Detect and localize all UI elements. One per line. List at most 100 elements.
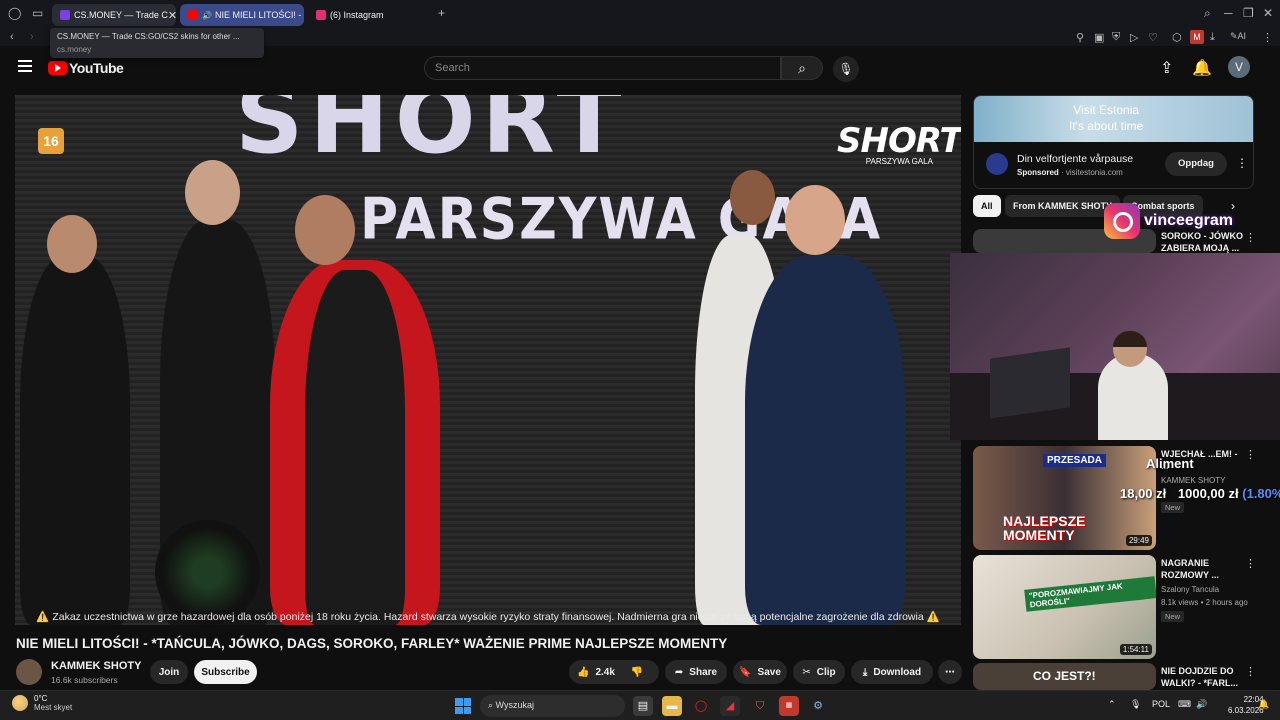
- short-brand-logo: SHORT PARSZYWA GALA: [837, 121, 961, 166]
- extensions-icon[interactable]: ⬡: [1172, 31, 1182, 44]
- recommendation-title[interactable]: NAGRANIE ROZMOWY ...: [1161, 557, 1245, 581]
- mic-tray-icon[interactable]: 🎙: [1130, 699, 1141, 710]
- person-fighter-head: [785, 185, 845, 255]
- ad-banner-image[interactable]: Visit Estonia It's about time: [974, 96, 1253, 142]
- join-label: Join: [158, 666, 180, 678]
- network-icon[interactable]: ⌨: [1178, 699, 1191, 710]
- app-icon[interactable]: ▦: [779, 696, 799, 716]
- tray-overflow-icon[interactable]: ⌃: [1108, 699, 1116, 710]
- tab-youtube[interactable]: 🔊 NIE MIELI LITOŚCI! -: [180, 4, 304, 26]
- tab-instagram[interactable]: (6) Instagram: [308, 4, 432, 26]
- backdrop-text: SHORT: [235, 95, 628, 175]
- pin-icon[interactable]: ⚲: [1076, 31, 1084, 44]
- chip-from-channel[interactable]: From KAMMEK SHOTY: [1005, 195, 1120, 217]
- chip-all[interactable]: All: [973, 195, 1001, 217]
- hamburger-menu-icon[interactable]: [18, 60, 32, 72]
- browser-menu-icon[interactable]: ⋮: [1262, 31, 1273, 44]
- recommendation-item[interactable]: CO JEST?! NIE DOJDZIE DO WALKI? - *FARL.…: [973, 663, 1263, 690]
- heart-icon[interactable]: ♡: [1148, 31, 1158, 44]
- search-input[interactable]: Search: [424, 56, 781, 80]
- taskbar-search[interactable]: ⌕ Wyszukaj: [480, 695, 625, 717]
- tab-tooltip: CS.MONEY — Trade CS:GO/CS2 skins for oth…: [50, 28, 264, 58]
- recommendation-channel[interactable]: Szalony Tancula: [1161, 585, 1219, 594]
- account-avatar[interactable]: V: [1228, 56, 1250, 78]
- close-tab-icon[interactable]: ✕: [168, 9, 176, 22]
- video-title: NIE MIELI LITOŚCI! - *TAŃCULA, JÓWKO, DA…: [16, 636, 728, 651]
- weather-widget[interactable]: 0°C Mest skyet: [12, 694, 72, 712]
- ad-title[interactable]: Din velfortjente vårpause: [1017, 153, 1133, 165]
- recommendation-thumbnail[interactable]: CO JEST?!: [973, 663, 1156, 690]
- snapshot-icon[interactable]: ▣: [1094, 31, 1104, 44]
- download-button[interactable]: ⤓ Download: [851, 660, 933, 684]
- task-view-icon[interactable]: ▤: [633, 696, 653, 716]
- thumb-text: "POROZMAWIAJMY JAK DOROŚLI": [1024, 576, 1156, 612]
- file-explorer-icon[interactable]: ▬: [662, 696, 682, 716]
- opera-icon[interactable]: ◯: [691, 696, 711, 716]
- upload-icon[interactable]: ⇪: [1160, 58, 1173, 78]
- search-button[interactable]: ⌕: [781, 56, 823, 80]
- app-icon[interactable]: ◢: [720, 696, 740, 716]
- tab-menu-icon[interactable]: ▭: [32, 6, 43, 20]
- minimize-icon[interactable]: ─: [1224, 6, 1233, 20]
- recommendation-channel[interactable]: KAMMEK SHOTY: [1161, 476, 1225, 485]
- recommendation-thumbnail[interactable]: "POROZMAWIAJMY JAK DOROŚLI" 1:54:11: [973, 555, 1156, 659]
- back-icon[interactable]: ‹: [10, 31, 14, 43]
- download-label: Download: [873, 666, 922, 678]
- dislike-icon[interactable]: 👎: [631, 667, 643, 678]
- language-indicator[interactable]: POL: [1152, 699, 1170, 709]
- gambling-disclaimer: ⚠️ Zakaz uczestnictwa w grze hazardowej …: [36, 611, 940, 623]
- share-button[interactable]: ➦ Share: [665, 660, 727, 684]
- recommendation-menu-icon[interactable]: ⋮: [1245, 665, 1256, 678]
- tab-label: NIE MIELI LITOŚCI! -: [214, 10, 302, 20]
- youtube-play-icon: [48, 61, 67, 75]
- tab-csmoney[interactable]: CS.MONEY — Trade C ✕: [52, 4, 176, 26]
- download-icon[interactable]: ⤓: [1210, 31, 1215, 44]
- channel-name[interactable]: KAMMEK SHOTY: [51, 660, 141, 672]
- sponsored-ad-card[interactable]: Visit Estonia It's about time Din velfort…: [973, 95, 1254, 189]
- youtube-logo[interactable]: YouTube: [48, 60, 124, 76]
- notifications-bell-icon[interactable]: 🔔: [1192, 58, 1212, 78]
- share-icon: ➦: [674, 666, 684, 678]
- play-icon[interactable]: ▷: [1130, 31, 1138, 44]
- shield-icon[interactable]: ⛨: [1112, 31, 1120, 44]
- voice-search-button[interactable]: 🎙: [833, 56, 859, 82]
- instagram-handle: vinceegram: [1144, 212, 1233, 229]
- subscribe-button[interactable]: Subscribe: [194, 660, 257, 684]
- steam-icon[interactable]: ⚙: [808, 696, 828, 716]
- speaker-icon[interactable]: 🔊: [202, 11, 212, 20]
- tab-label: CS.MONEY — Trade C: [74, 10, 168, 20]
- recommendation-menu-icon[interactable]: ⋮: [1245, 448, 1256, 461]
- join-button[interactable]: Join: [150, 660, 188, 684]
- scissors-icon: ✂: [802, 666, 811, 678]
- close-window-icon[interactable]: ✕: [1263, 6, 1273, 20]
- opera-logo-icon[interactable]: ◯: [8, 6, 21, 20]
- recommendation-menu-icon[interactable]: ⋮: [1245, 557, 1256, 570]
- channel-avatar[interactable]: [16, 659, 42, 685]
- ad-cta-button[interactable]: Oppdag: [1165, 152, 1227, 176]
- maximize-icon[interactable]: ❐: [1243, 6, 1254, 20]
- ai-icon[interactable]: ✎AI: [1230, 31, 1246, 42]
- clip-button[interactable]: ✂ Clip: [793, 660, 845, 684]
- video-player[interactable]: SHORT PARSZYWA GALA 16 SHORT PARSZYWA GA…: [15, 95, 961, 625]
- donation-percent: (1.80%): [1242, 486, 1280, 501]
- ad-menu-icon[interactable]: ⋮: [1236, 156, 1248, 170]
- more-actions-button[interactable]: ⋯: [938, 660, 962, 684]
- notification-icon[interactable]: 🔔: [1258, 699, 1269, 710]
- new-tab-button[interactable]: +: [438, 6, 445, 20]
- like-count[interactable]: 2.4k: [595, 667, 614, 678]
- save-button[interactable]: 🔖 Save: [733, 660, 787, 684]
- windows-start-icon[interactable]: [455, 698, 471, 714]
- thumb-text: NAJLEPSZE MOMENTY: [1003, 513, 1086, 543]
- volume-icon[interactable]: 🔊: [1196, 699, 1207, 710]
- tooltip-url: cs.money: [57, 45, 92, 54]
- recommendation-title[interactable]: NIE DOJDZIE DO WALKI? - *FARL...: [1161, 665, 1245, 689]
- search-tabs-icon[interactable]: ⌕: [1204, 6, 1211, 21]
- recommendation-menu-icon[interactable]: ⋮: [1245, 231, 1256, 244]
- like-icon[interactable]: 👍: [577, 667, 589, 678]
- forward-icon[interactable]: ›: [30, 31, 34, 43]
- recommendation-item[interactable]: "POROZMAWIAJMY JAK DOROŚLI" 1:54:11 NAGR…: [973, 555, 1263, 659]
- subscriber-count: 16.6k subscribers: [51, 675, 118, 685]
- extension-m-icon[interactable]: M: [1190, 30, 1204, 44]
- download-icon: ⤓: [862, 666, 868, 678]
- brave-icon[interactable]: ⛉: [750, 696, 770, 716]
